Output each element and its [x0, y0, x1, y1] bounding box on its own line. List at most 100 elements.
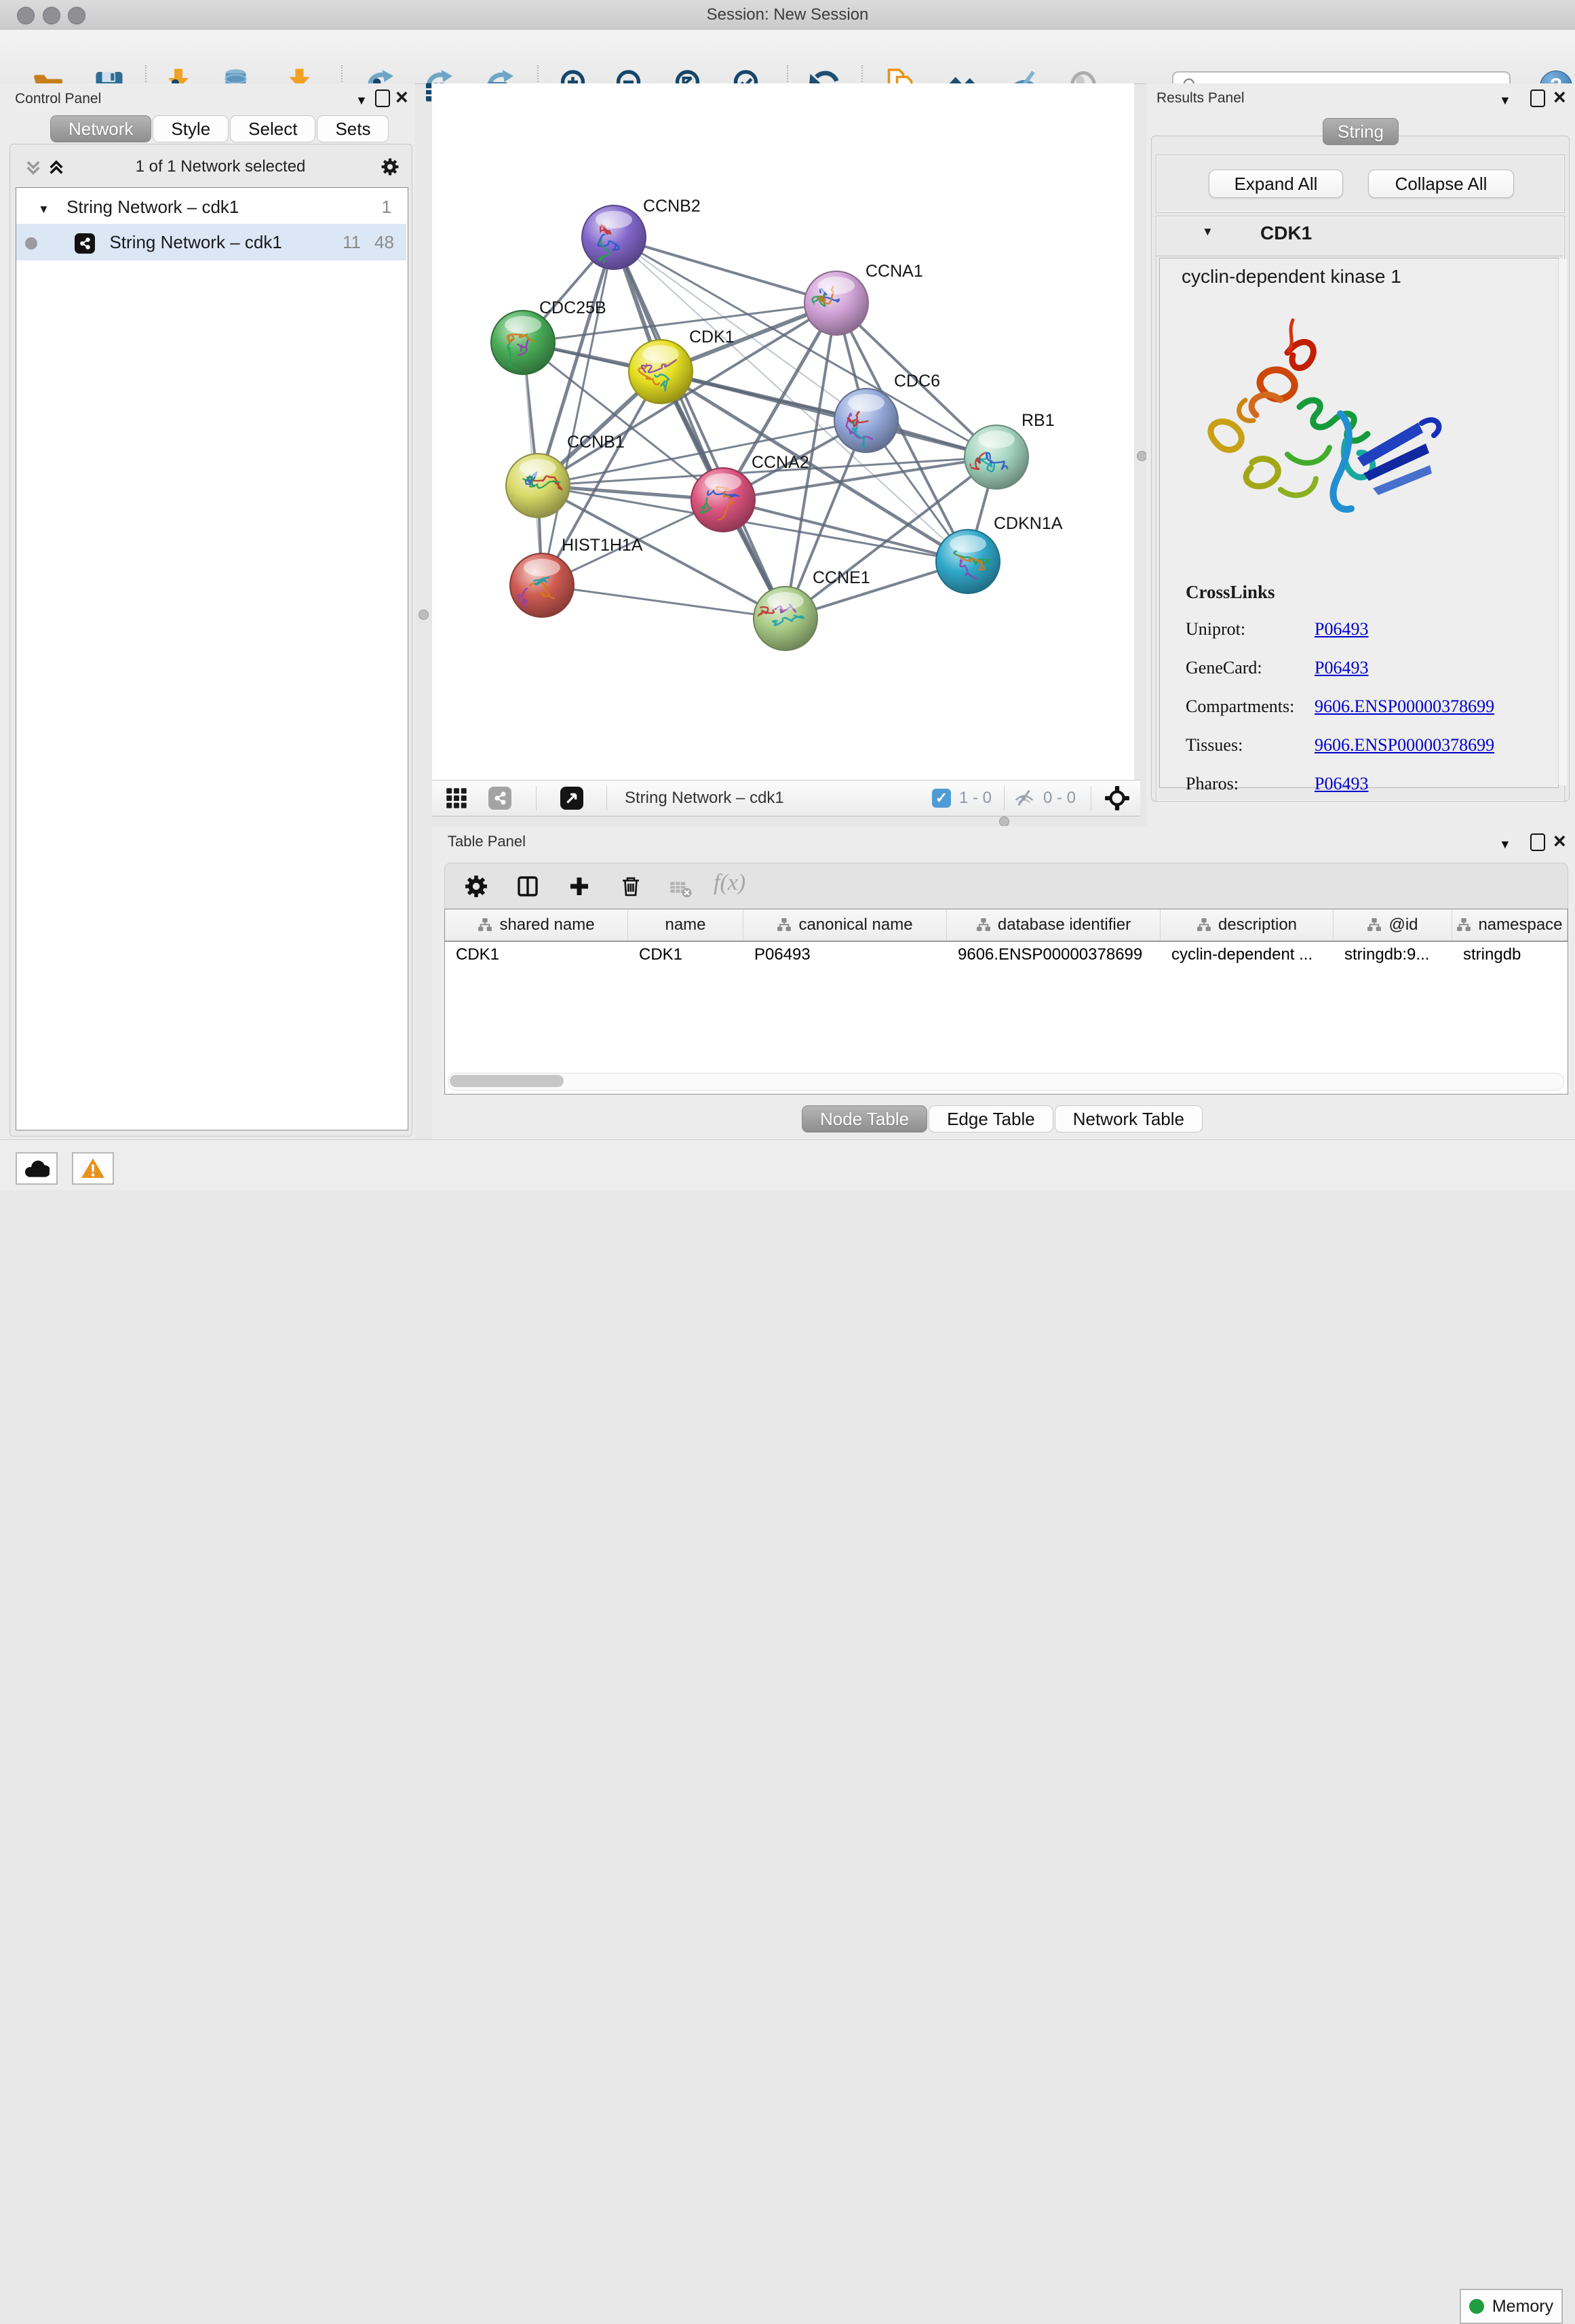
network-collection-label: String Network – cdk1	[66, 197, 239, 217]
cell-@id[interactable]: stringdb:9...	[1334, 942, 1452, 968]
expand-all-icon[interactable]	[47, 159, 65, 180]
results-panel-menu-icon[interactable]: ▼	[1499, 93, 1511, 108]
column-header-name[interactable]: name	[628, 909, 743, 941]
network-tree-root-row[interactable]: ▼ String Network – cdk1 1	[16, 191, 406, 224]
tab-network-table[interactable]: Network Table	[1055, 1105, 1203, 1133]
table-panel-float-icon[interactable]	[1530, 833, 1545, 851]
tab-node-table[interactable]: Node Table	[802, 1105, 927, 1133]
network-node-CDKN1A[interactable]: CDKN1A	[936, 514, 1063, 593]
network-edge-CCNB2-CCNE1[interactable]	[614, 237, 785, 618]
control-panel-float-icon[interactable]	[375, 90, 390, 107]
column-header-canonical-name[interactable]: canonical name	[743, 909, 947, 941]
network-edge-CCNB2-CCNA1[interactable]	[614, 237, 836, 303]
table-panel-close-icon[interactable]: ×	[1553, 833, 1566, 848]
column-header-description[interactable]: description	[1161, 909, 1334, 941]
network-node-CCNB1[interactable]: CCNB1	[506, 433, 625, 517]
node-label-CCNA2: CCNA2	[752, 453, 809, 472]
network-canvas[interactable]: CCNB2CCNA1CDC25BCDK1CDC6RB1CCNB1CCNA2CDK…	[432, 83, 1134, 780]
node-label-CCNB1: CCNB1	[567, 433, 625, 452]
column-header-shared-name[interactable]: shared name	[445, 909, 628, 941]
show-columns-icon[interactable]	[516, 874, 540, 902]
cell-name[interactable]: CDK1	[628, 942, 743, 968]
cell-shared-name[interactable]: CDK1	[445, 942, 628, 968]
network-view-type-icon[interactable]	[488, 787, 511, 810]
memory-label: Memory	[1492, 2297, 1553, 2317]
cell-description[interactable]: cyclin-dependent ...	[1161, 942, 1334, 968]
tree-expand-icon[interactable]: ▼	[38, 203, 50, 216]
protein-structure-image	[1186, 313, 1471, 530]
crosslink-link[interactable]: P06493	[1315, 658, 1368, 678]
separator	[1004, 786, 1005, 810]
control-panel-title: Control Panel	[15, 91, 101, 107]
network-edge-HIST1H1A-CCNE1[interactable]	[542, 585, 785, 618]
tab-sets[interactable]: Sets	[317, 115, 389, 142]
cell-canonical-name[interactable]: P06493	[743, 942, 947, 968]
delete-column-trash-icon[interactable]	[619, 874, 643, 902]
crosslink-label: GeneCard:	[1186, 658, 1315, 678]
left-splitter-handle[interactable]	[419, 610, 429, 620]
network-node-HIST1H1A[interactable]: HIST1H1A	[510, 536, 643, 617]
crosslink-link[interactable]: 9606.ENSP00000378699	[1315, 696, 1494, 717]
network-node-CCNE1[interactable]: CCNE1	[754, 568, 870, 650]
grid-view-icon[interactable]	[445, 787, 468, 813]
crosslink-link[interactable]: P06493	[1315, 774, 1368, 794]
entry-description: cyclin-dependent kinase 1	[1182, 266, 1401, 288]
tab-network[interactable]: Network	[50, 115, 151, 142]
delete-table-icon	[669, 877, 692, 903]
crosslink-link[interactable]: P06493	[1315, 619, 1368, 639]
cloud-status-button[interactable]	[16, 1152, 58, 1185]
network-node-CDK1[interactable]: CDK1	[629, 328, 735, 403]
network-node-RB1[interactable]: RB1	[965, 411, 1055, 489]
network-node-CCNA1[interactable]: CCNA1	[804, 262, 923, 335]
birds-eye-view-icon[interactable]	[560, 787, 583, 810]
hierarchy-icon	[478, 918, 492, 932]
hierarchy-icon	[1197, 918, 1211, 932]
network-type-icon	[75, 233, 95, 254]
tab-string[interactable]: String	[1323, 118, 1399, 145]
table-horizontal-scrollbar[interactable]	[448, 1073, 1564, 1090]
collection-count: 1	[382, 191, 391, 224]
network-tree-row-selected[interactable]: String Network – cdk1 11 48	[16, 224, 406, 260]
network-tree	[16, 187, 408, 1130]
crosslink-row: Pharos:P06493	[1186, 774, 1555, 794]
crosslinks-section: CrossLinks Uniprot:P06493GeneCard:P06493…	[1186, 582, 1555, 812]
results-scrollbar[interactable]	[1558, 259, 1567, 785]
cell-database-identifier[interactable]: 9606.ENSP00000378699	[947, 942, 1161, 968]
table-panel-menu-icon[interactable]: ▼	[1499, 837, 1511, 852]
table-row[interactable]: CDK1CDK1P064939606.ENSP00000378699cyclin…	[445, 942, 1568, 968]
cell-namespace[interactable]: stringdb	[1452, 942, 1568, 968]
scrollbar-thumb[interactable]	[450, 1075, 564, 1087]
tab-edge-table[interactable]: Edge Table	[929, 1105, 1053, 1133]
hidden-elements-eye-slash-icon	[1013, 787, 1036, 813]
network-edge-CCNB2-HIST1H1A[interactable]	[542, 237, 614, 585]
node-label-CCNA1: CCNA1	[866, 262, 923, 281]
tab-style[interactable]: Style	[153, 115, 229, 142]
collapse-all-button[interactable]: Collapse All	[1368, 170, 1514, 198]
column-header-database-identifier[interactable]: database identifier	[947, 909, 1161, 941]
horizontal-splitter-handle[interactable]	[999, 816, 1009, 827]
network-node-CDC25B[interactable]: CDC25B	[491, 298, 606, 376]
hierarchy-icon	[777, 918, 792, 932]
right-splitter-handle[interactable]	[1137, 451, 1147, 461]
memory-button[interactable]: Memory	[1460, 2289, 1563, 2324]
status-bar: Memory	[0, 1139, 1575, 1190]
network-graph[interactable]: CCNB2CCNA1CDC25BCDK1CDC6RB1CCNB1CCNA2CDK…	[432, 83, 1134, 780]
expand-all-button[interactable]: Expand All	[1209, 170, 1343, 198]
add-column-icon[interactable]	[567, 874, 591, 902]
tab-select[interactable]: Select	[230, 115, 315, 142]
entry-collapse-icon[interactable]: ▼	[1202, 225, 1213, 239]
network-list-gear-icon[interactable]	[381, 157, 400, 180]
selected-nodes-checkbox-icon[interactable]: ✓	[932, 789, 951, 808]
collapse-all-icon[interactable]	[24, 159, 42, 180]
pan-crosshair-icon[interactable]	[1104, 785, 1130, 814]
control-panel-close-icon[interactable]: ×	[395, 90, 408, 104]
crosslink-link[interactable]: 9606.ENSP00000378699	[1315, 735, 1494, 755]
column-header-@id[interactable]: @id	[1334, 909, 1452, 941]
node-label-CDC6: CDC6	[894, 372, 940, 391]
warning-status-button[interactable]	[72, 1152, 114, 1185]
results-panel-close-icon[interactable]: ×	[1553, 90, 1566, 104]
control-panel-menu-icon[interactable]: ▼	[355, 93, 368, 108]
table-settings-gear-icon[interactable]	[464, 874, 488, 902]
results-panel-float-icon[interactable]	[1530, 90, 1545, 107]
column-header-namespace[interactable]: namespace	[1452, 909, 1568, 941]
